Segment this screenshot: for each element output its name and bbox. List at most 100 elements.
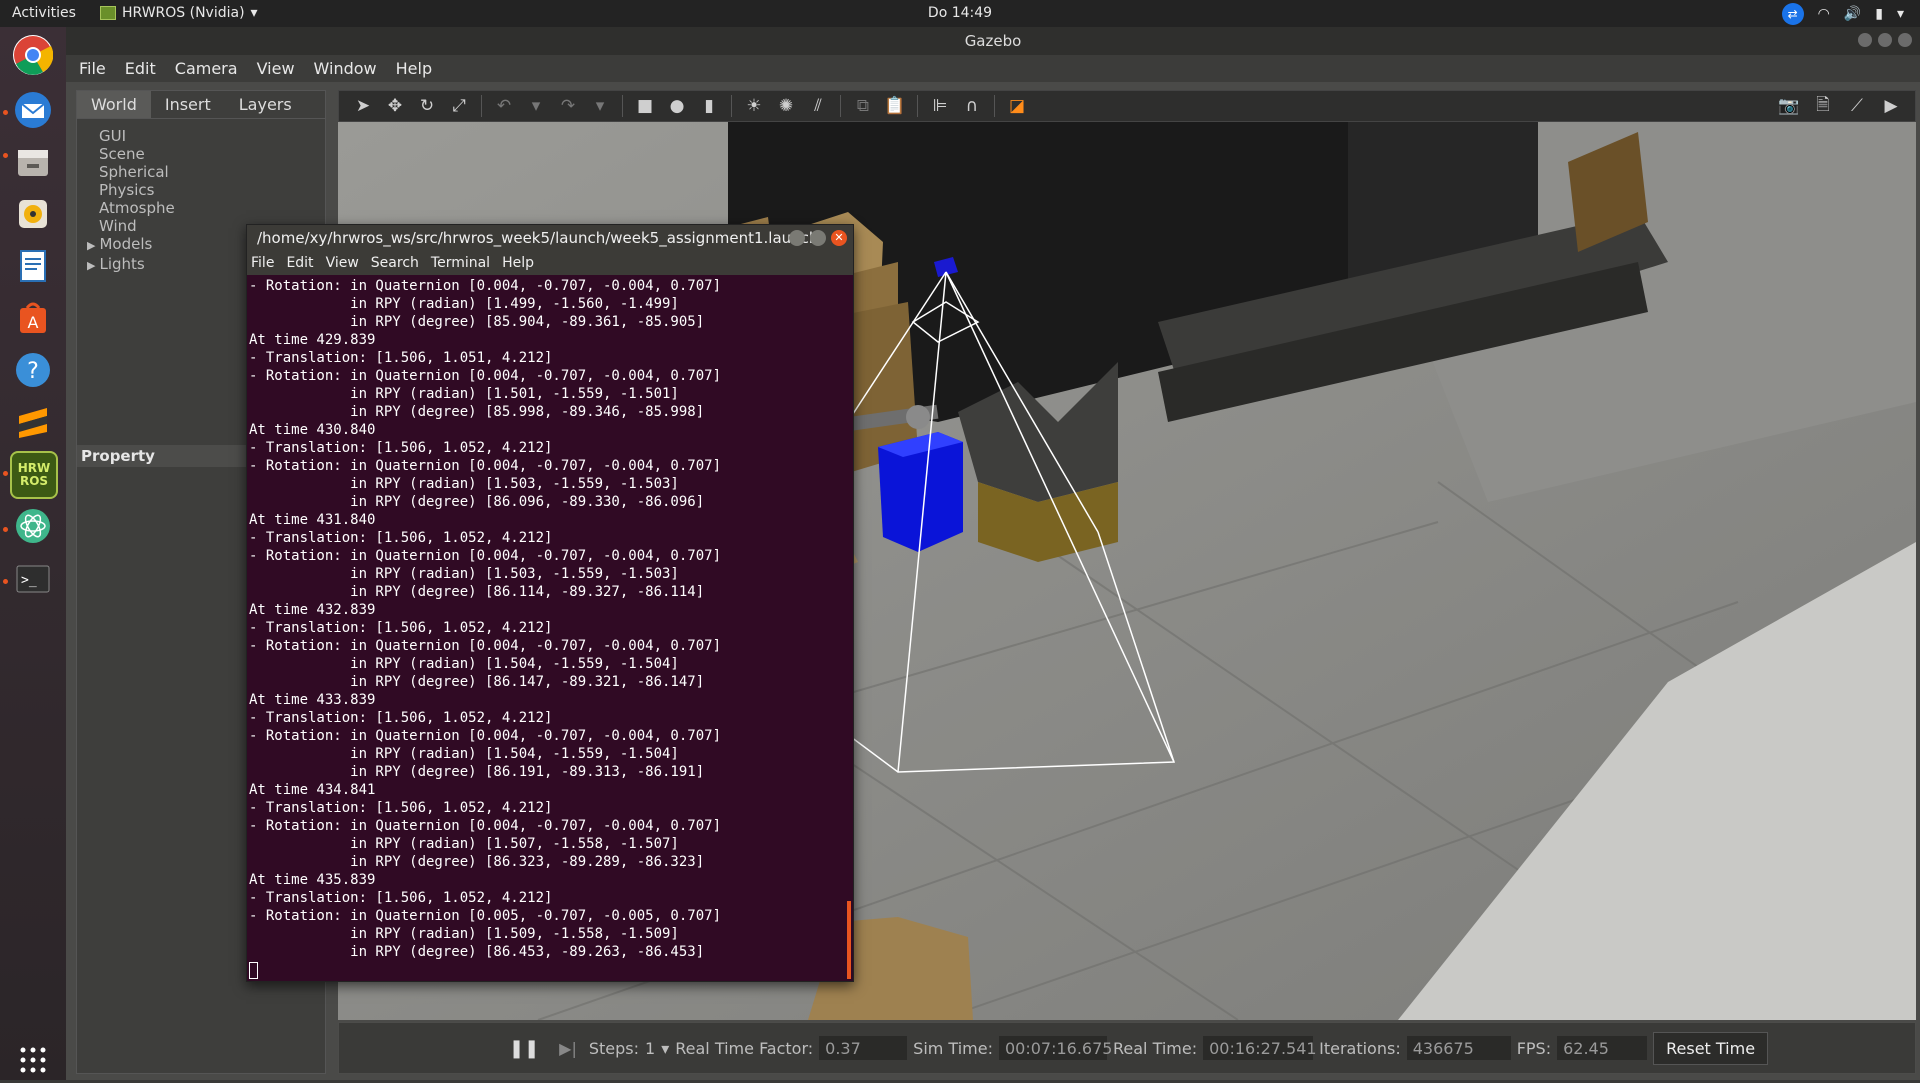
tree-item-gui[interactable]: GUI bbox=[99, 127, 325, 145]
running-indicator bbox=[3, 579, 8, 584]
sim-time-label: Sim Time: bbox=[913, 1038, 993, 1058]
terminal-line: - Rotation: in Quaternion [0.005, -0.707… bbox=[249, 908, 722, 924]
reset-time-button[interactable]: Reset Time bbox=[1653, 1031, 1769, 1065]
terminal-menu-file[interactable]: File bbox=[251, 255, 274, 273]
directional-light-icon[interactable]: ⫽ bbox=[806, 94, 830, 118]
menu-edit[interactable]: Edit bbox=[125, 59, 156, 78]
terminal-prompt[interactable] bbox=[249, 961, 853, 979]
menu-view[interactable]: View bbox=[257, 59, 295, 78]
menu-camera[interactable]: Camera bbox=[175, 59, 238, 78]
change-view-icon[interactable]: ◪ bbox=[1005, 94, 1029, 118]
terminal-menu-terminal[interactable]: Terminal bbox=[431, 255, 490, 273]
close-button[interactable] bbox=[1898, 33, 1912, 47]
copy-icon[interactable]: ⧉ bbox=[851, 94, 875, 118]
scale-mode-icon[interactable]: ⤢ bbox=[447, 94, 471, 118]
running-indicator bbox=[3, 527, 8, 532]
tree-item-scene[interactable]: Scene bbox=[99, 145, 325, 163]
gazebo-toolbar: ➤ ✥ ↻ ⤢ ↶ ▾ ↷ ▾ ■ ● ▮ ☀ ✺ ⫽ ⧉ 📋 ⊫ ∩ ◪ 📷 … bbox=[338, 90, 1916, 122]
fps-label: FPS: bbox=[1516, 1038, 1552, 1058]
snap-icon[interactable]: ∩ bbox=[960, 94, 984, 118]
dock: A ? HRW ROS >_ bbox=[0, 27, 66, 1080]
terminal-titlebar[interactable]: /home/xy/hrwros_ws/src/hrwros_week5/laun… bbox=[247, 225, 853, 253]
terminal-window[interactable]: /home/xy/hrwros_ws/src/hrwros_week5/laun… bbox=[246, 224, 854, 982]
steps-chevron-icon[interactable]: ▾ bbox=[661, 1039, 669, 1058]
sublime-icon[interactable] bbox=[10, 399, 56, 445]
terminal-minimize-button[interactable] bbox=[789, 230, 805, 246]
tree-item-spherical[interactable]: Spherical bbox=[99, 163, 325, 181]
select-mode-icon[interactable]: ➤ bbox=[351, 94, 375, 118]
pause-icon[interactable]: ❚❚ bbox=[509, 1038, 539, 1059]
plot-icon[interactable]: ⟋ bbox=[1845, 94, 1869, 118]
help-icon[interactable]: ? bbox=[10, 347, 56, 393]
iterations-label: Iterations: bbox=[1319, 1038, 1401, 1058]
terminal-line: in RPY (radian) [1.501, -1.559, -1.501] bbox=[249, 386, 679, 402]
expand-arrow-icon[interactable]: ▶ bbox=[87, 239, 95, 252]
terminal-menu-search[interactable]: Search bbox=[371, 255, 419, 273]
redo-icon[interactable]: ↷ bbox=[556, 94, 580, 118]
software-center-icon[interactable]: A bbox=[10, 295, 56, 341]
cylinder-shape-icon[interactable]: ▮ bbox=[697, 94, 721, 118]
minimize-button[interactable] bbox=[1858, 33, 1872, 47]
tab-insert[interactable]: Insert bbox=[151, 91, 225, 118]
terminal-line: At time 430.840 bbox=[249, 422, 376, 438]
translate-mode-icon[interactable]: ✥ bbox=[383, 94, 407, 118]
align-icon[interactable]: ⊫ bbox=[928, 94, 952, 118]
system-menu-chevron-icon[interactable]: ▾ bbox=[1897, 6, 1904, 22]
teamviewer-icon[interactable]: ⇄ bbox=[1781, 3, 1804, 25]
battery-icon[interactable]: ▮ bbox=[1875, 6, 1883, 22]
terminal-line: in RPY (radian) [1.503, -1.559, -1.503] bbox=[249, 566, 679, 582]
tree-item-physics[interactable]: Physics bbox=[99, 181, 325, 199]
undo-icon[interactable]: ↶ bbox=[492, 94, 516, 118]
paste-icon[interactable]: 📋 bbox=[883, 94, 907, 118]
maximize-button[interactable] bbox=[1878, 33, 1892, 47]
sphere-shape-icon[interactable]: ● bbox=[665, 94, 689, 118]
terminal-line: At time 429.839 bbox=[249, 332, 376, 348]
files-icon[interactable] bbox=[10, 139, 56, 185]
wifi-icon[interactable]: ◠ bbox=[1818, 6, 1830, 22]
terminal-menu-help[interactable]: Help bbox=[502, 255, 534, 273]
redo-history-chevron-icon[interactable]: ▾ bbox=[588, 94, 612, 118]
terminal-icon[interactable]: >_ bbox=[10, 555, 56, 601]
menu-window[interactable]: Window bbox=[314, 59, 377, 78]
terminal-line: At time 435.839 bbox=[249, 872, 376, 888]
box-shape-icon[interactable]: ■ bbox=[633, 94, 657, 118]
chrome-icon[interactable] bbox=[13, 35, 53, 75]
terminal-line: At time 432.839 bbox=[249, 602, 376, 618]
terminal-scrollbar[interactable] bbox=[847, 901, 851, 979]
spot-light-icon[interactable]: ✺ bbox=[774, 94, 798, 118]
volume-icon[interactable]: 🔊 bbox=[1844, 6, 1861, 22]
panel-tabs: World Insert Layers bbox=[77, 91, 325, 119]
tab-world[interactable]: World bbox=[77, 91, 151, 118]
tree-item-atmosphere[interactable]: Atmosphe bbox=[99, 199, 325, 217]
log-icon[interactable]: 🗎 bbox=[1811, 94, 1835, 118]
terminal-close-button[interactable]: ✕ bbox=[831, 230, 847, 246]
rhythmbox-icon[interactable] bbox=[10, 191, 56, 237]
terminal-menu-view[interactable]: View bbox=[326, 255, 359, 273]
terminal-line: in RPY (degree) [86.114, -89.327, -86.11… bbox=[249, 584, 705, 600]
writer-icon[interactable] bbox=[10, 243, 56, 289]
thunderbird-icon[interactable] bbox=[10, 87, 56, 133]
screenshot-icon[interactable]: 📷 bbox=[1777, 94, 1801, 118]
menu-help[interactable]: Help bbox=[396, 59, 432, 78]
point-light-icon[interactable]: ☀ bbox=[742, 94, 766, 118]
terminal-line: in RPY (degree) [86.191, -89.313, -86.19… bbox=[249, 764, 705, 780]
rotate-mode-icon[interactable]: ↻ bbox=[415, 94, 439, 118]
terminal-output[interactable]: - Rotation: in Quaternion [0.004, -0.707… bbox=[247, 275, 853, 979]
video-record-icon[interactable]: ▶ bbox=[1879, 94, 1903, 118]
system-tray[interactable]: ⇄ ◠ 🔊 ▮ ▾ bbox=[1781, 3, 1904, 25]
expand-arrow-icon[interactable]: ▶ bbox=[87, 259, 95, 272]
menu-file[interactable]: File bbox=[79, 59, 106, 78]
steps-value[interactable]: 1 bbox=[645, 1039, 655, 1058]
clock[interactable]: Do 14:49 bbox=[0, 5, 1920, 21]
terminal-line: - Rotation: in Quaternion [0.004, -0.707… bbox=[249, 638, 722, 654]
terminal-menu-edit[interactable]: Edit bbox=[286, 255, 313, 273]
atom-icon[interactable] bbox=[10, 503, 56, 549]
app-grid-icon[interactable] bbox=[10, 1037, 56, 1083]
real-time-value: 00:16:27.541 bbox=[1203, 1036, 1317, 1060]
rtf-value: 0.37 bbox=[819, 1036, 908, 1060]
undo-history-chevron-icon[interactable]: ▾ bbox=[524, 94, 548, 118]
tab-layers[interactable]: Layers bbox=[225, 91, 306, 118]
hrwros-icon[interactable]: HRW ROS bbox=[10, 451, 58, 499]
step-icon[interactable]: ▶| bbox=[559, 1039, 577, 1058]
terminal-maximize-button[interactable] bbox=[810, 230, 826, 246]
